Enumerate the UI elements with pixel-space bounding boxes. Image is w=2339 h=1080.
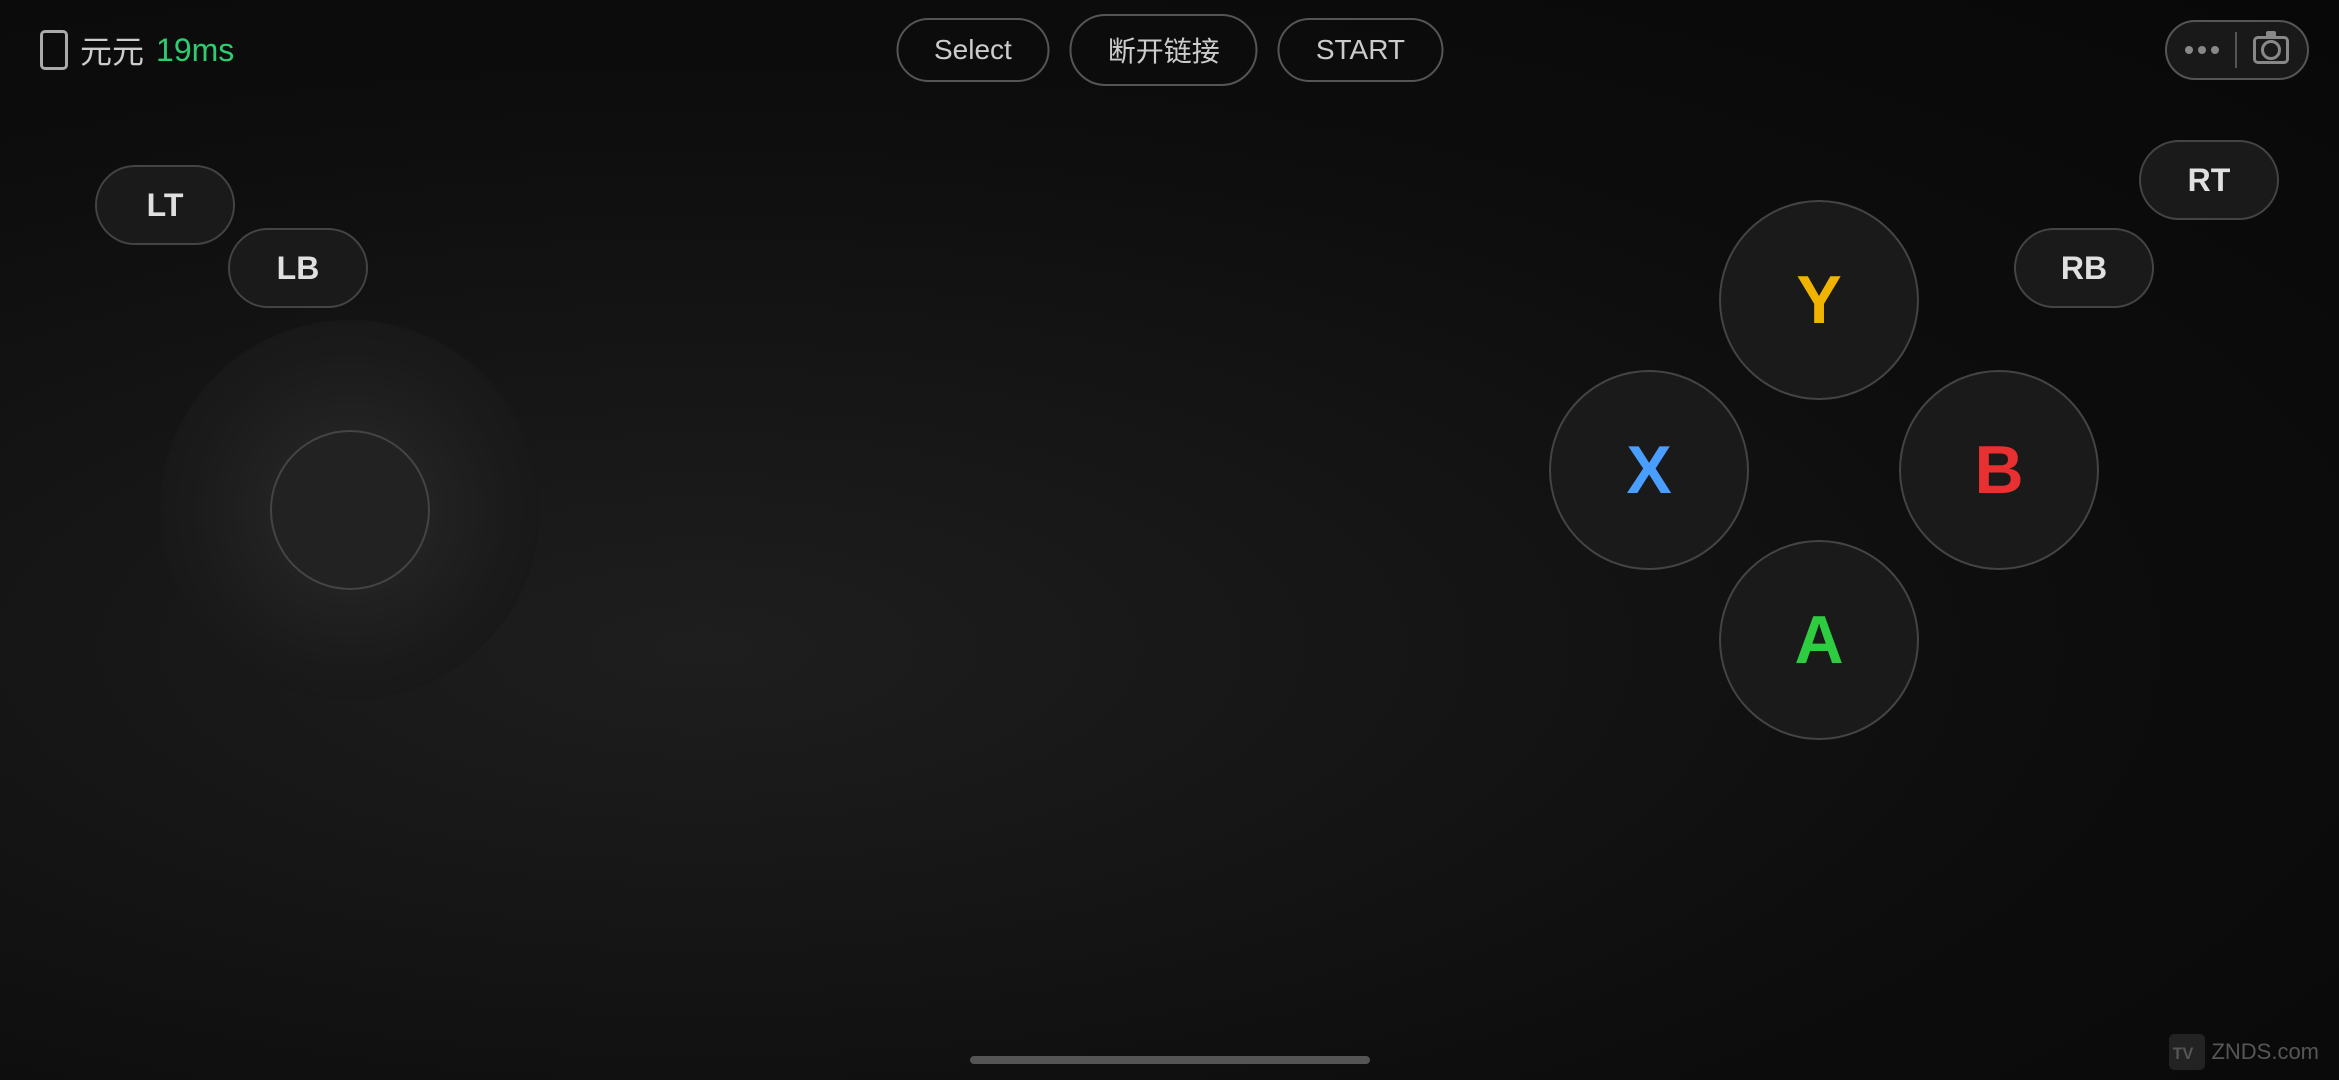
top-right-controls[interactable] [2165, 20, 2309, 80]
dot2 [2198, 46, 2206, 54]
home-indicator [970, 1056, 1370, 1064]
b-button[interactable]: B [1899, 370, 2099, 570]
dots-icon [2185, 46, 2219, 54]
x-button[interactable]: X [1549, 370, 1749, 570]
dot3 [2211, 46, 2219, 54]
rt-button[interactable]: RT [2139, 140, 2279, 220]
svg-text:TV: TV [2173, 1045, 2194, 1063]
device-name: 元元 [80, 27, 144, 73]
menu-pill[interactable] [2165, 20, 2309, 80]
left-joystick[interactable] [160, 320, 540, 700]
device-info: 元元 19ms [40, 27, 234, 73]
phone-icon [40, 30, 68, 70]
lt-button[interactable]: LT [95, 165, 235, 245]
a-button[interactable]: A [1719, 540, 1919, 740]
watermark-icon: TV [2169, 1034, 2205, 1070]
pill-divider [2235, 32, 2237, 68]
center-buttons: Select 断开链接 START [896, 14, 1443, 86]
joystick-inner [270, 430, 430, 590]
rb-button[interactable]: RB [2014, 228, 2154, 308]
top-bar: 元元 19ms Select 断开链接 START [0, 0, 2339, 100]
camera-icon [2253, 36, 2289, 64]
disconnect-button[interactable]: 断开链接 [1070, 14, 1258, 86]
watermark-text: ZNDS.com [2211, 1039, 2319, 1065]
watermark: TV ZNDS.com [2169, 1034, 2319, 1070]
start-button[interactable]: START [1278, 18, 1443, 82]
lb-button[interactable]: LB [228, 228, 368, 308]
dot1 [2185, 46, 2193, 54]
y-button[interactable]: Y [1719, 200, 1919, 400]
latency-value: 19ms [156, 32, 234, 69]
select-button[interactable]: Select [896, 18, 1050, 82]
